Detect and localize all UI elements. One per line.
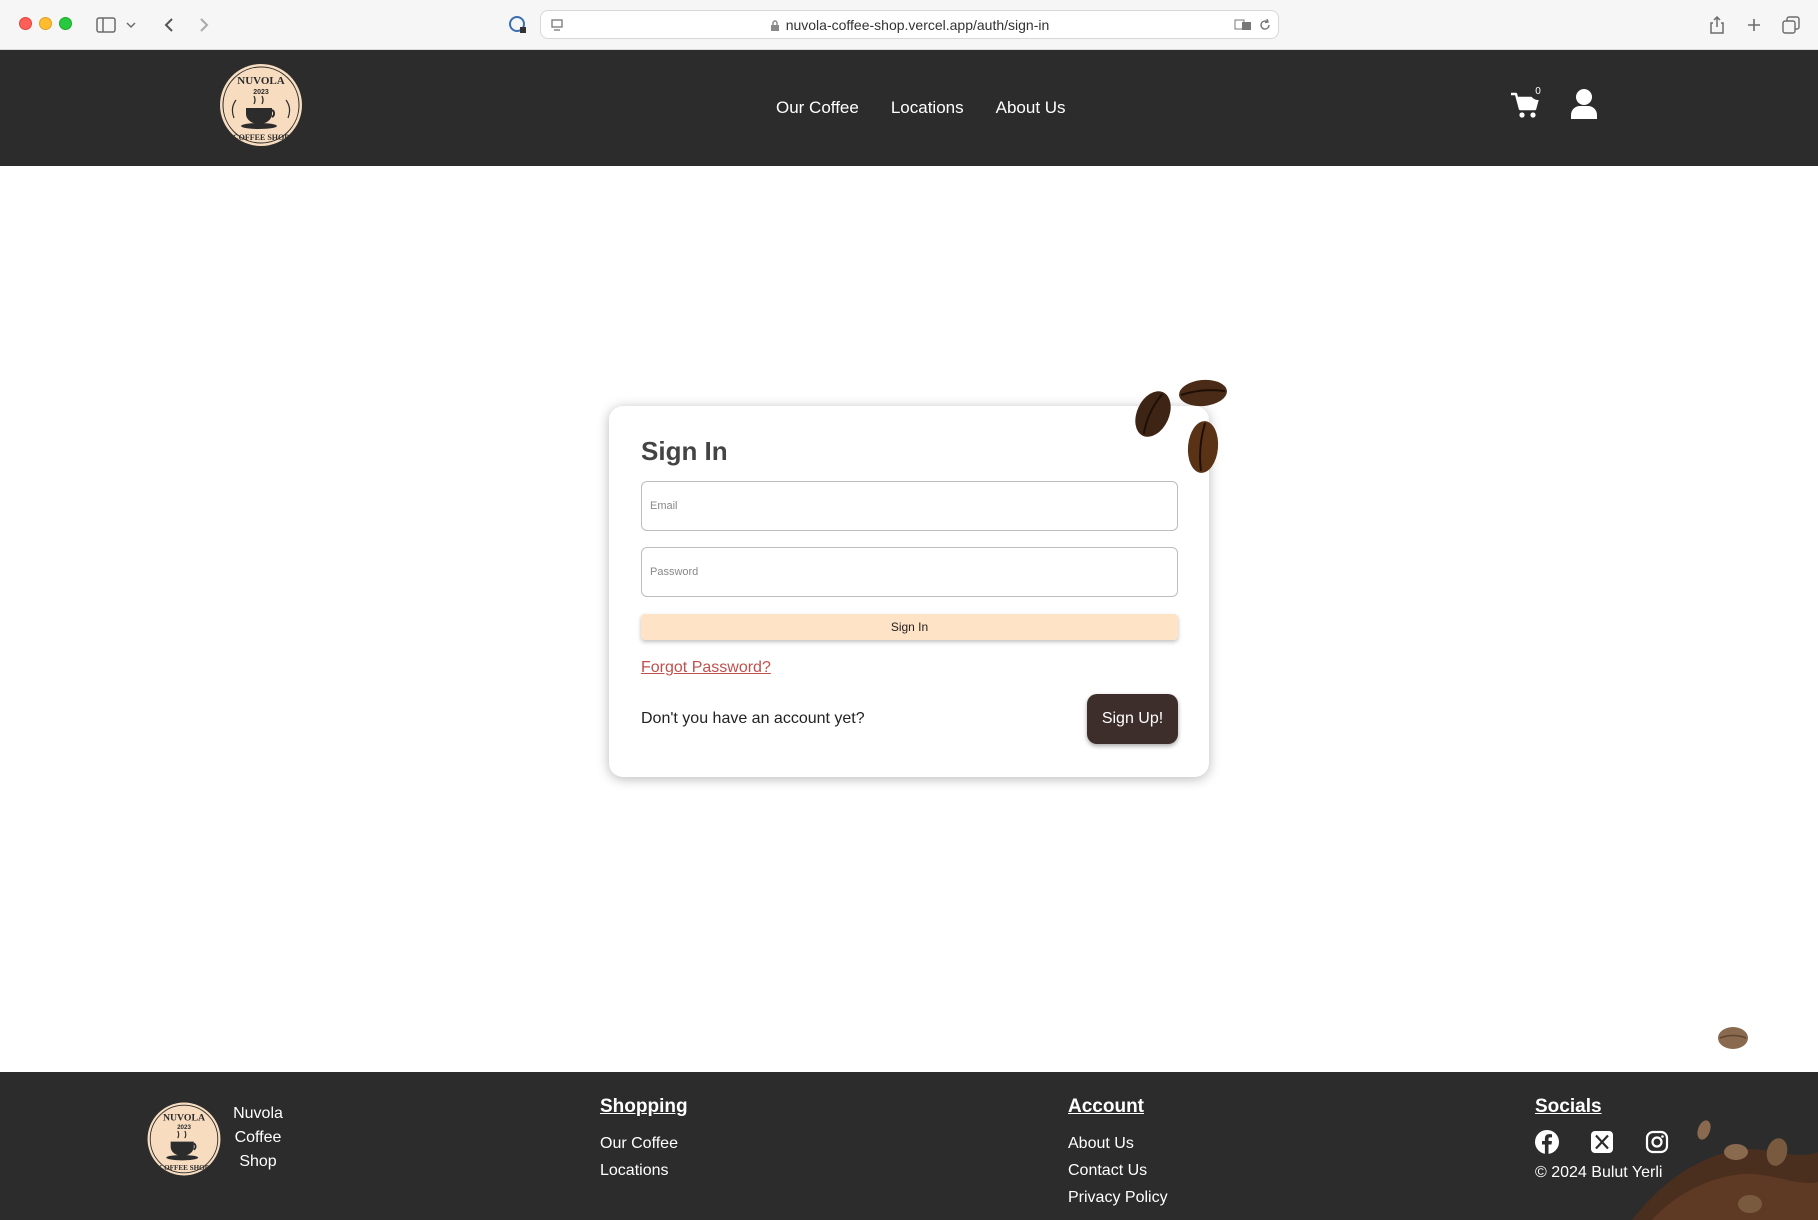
chevron-down-icon[interactable]: [124, 13, 138, 37]
footer-account-heading: Account: [1068, 1096, 1144, 1117]
lock-icon: [770, 19, 780, 35]
nav-locations[interactable]: Locations: [891, 98, 964, 118]
user-icon[interactable]: [1569, 88, 1599, 120]
facebook-icon[interactable]: [1535, 1130, 1559, 1154]
main-nav: Our Coffee Locations About Us: [776, 98, 1066, 118]
footer-account-column: Account About Us Contact Us Privacy Poli…: [1068, 1096, 1168, 1211]
footer-link-locations[interactable]: Locations: [600, 1157, 688, 1184]
footer-logo-year: 2023: [177, 1124, 191, 1131]
footer-brand-line: Nuvola: [233, 1105, 283, 1122]
footer-brand-line: Shop: [239, 1153, 277, 1170]
nuvola-logo[interactable]: NUVOLA 2023 COFFEE SHOP: [216, 60, 306, 150]
nav-about-us[interactable]: About Us: [996, 98, 1066, 118]
minimize-window-button[interactable]: [39, 17, 52, 30]
coffee-grounds-decoration: [1632, 1120, 1818, 1220]
forgot-password-link[interactable]: Forgot Password?: [641, 659, 771, 677]
footer-link-contact-us[interactable]: Contact Us: [1068, 1157, 1168, 1184]
close-window-button[interactable]: [19, 17, 32, 30]
tab-overview-icon[interactable]: [1779, 13, 1803, 37]
footer-brand-name: Nuvola Coffee Shop: [230, 1102, 286, 1174]
email-field[interactable]: [641, 481, 1178, 531]
footer-link-about-us[interactable]: About Us: [1068, 1130, 1168, 1157]
logo-year: 2023: [253, 89, 269, 96]
password-field[interactable]: [641, 547, 1178, 597]
reload-icon[interactable]: [1253, 13, 1277, 37]
password-manager-icon[interactable]: [506, 13, 530, 37]
footer-logo-subtext: COFFEE SHOP: [159, 1164, 210, 1172]
x-icon[interactable]: [1590, 1130, 1614, 1154]
footer-brand-line: Coffee: [234, 1129, 282, 1146]
nav-our-coffee[interactable]: Our Coffee: [776, 98, 859, 118]
zoom-window-button[interactable]: [59, 17, 72, 30]
sign-in-card: Sign In Sign In Forgot Password? Don't y…: [609, 406, 1209, 777]
sign-up-button[interactable]: Sign Up!: [1087, 694, 1178, 744]
browser-toolbar: nuvola-coffee-shop.vercel.app/auth/sign-…: [0, 0, 1818, 50]
footer-link-our-coffee[interactable]: Our Coffee: [600, 1130, 688, 1157]
sign-in-title: Sign In: [641, 436, 728, 466]
site-footer: NUVOLA 2023 COFFEE SHOP Nuvola Coffee Sh…: [0, 1072, 1818, 1220]
footer-shopping-column: Shopping Our Coffee Locations: [600, 1096, 688, 1184]
back-icon[interactable]: [157, 13, 181, 37]
footer-logo[interactable]: NUVOLA 2023 COFFEE SHOP: [144, 1099, 224, 1179]
address-bar[interactable]: nuvola-coffee-shop.vercel.app/auth/sign-…: [540, 10, 1279, 39]
footer-logo-wordmark: NUVOLA: [163, 1112, 205, 1123]
footer-shopping-heading: Shopping: [600, 1096, 688, 1117]
forward-icon[interactable]: [192, 13, 216, 37]
site-header: NUVOLA 2023 COFFEE SHOP Our Coffee Locat…: [0, 50, 1818, 166]
share-icon[interactable]: [1705, 13, 1729, 37]
sidebar-toggle-icon[interactable]: [94, 13, 118, 37]
no-account-text: Don't you have an account yet?: [641, 710, 865, 727]
logo-wordmark: NUVOLA: [237, 75, 285, 87]
coffee-beans-decoration: [1135, 379, 1227, 473]
new-tab-icon[interactable]: [1742, 13, 1766, 37]
url-text: nuvola-coffee-shop.vercel.app/auth/sign-…: [785, 17, 1050, 33]
cart-count-badge: 0: [1530, 84, 1546, 100]
logo-subtext: COFFEE SHOP: [233, 133, 289, 142]
sign-in-button[interactable]: Sign In: [641, 614, 1178, 640]
footer-link-privacy-policy[interactable]: Privacy Policy: [1068, 1184, 1168, 1211]
translate-icon[interactable]: [1231, 13, 1255, 37]
coffee-bean-decoration: [1718, 1027, 1748, 1049]
